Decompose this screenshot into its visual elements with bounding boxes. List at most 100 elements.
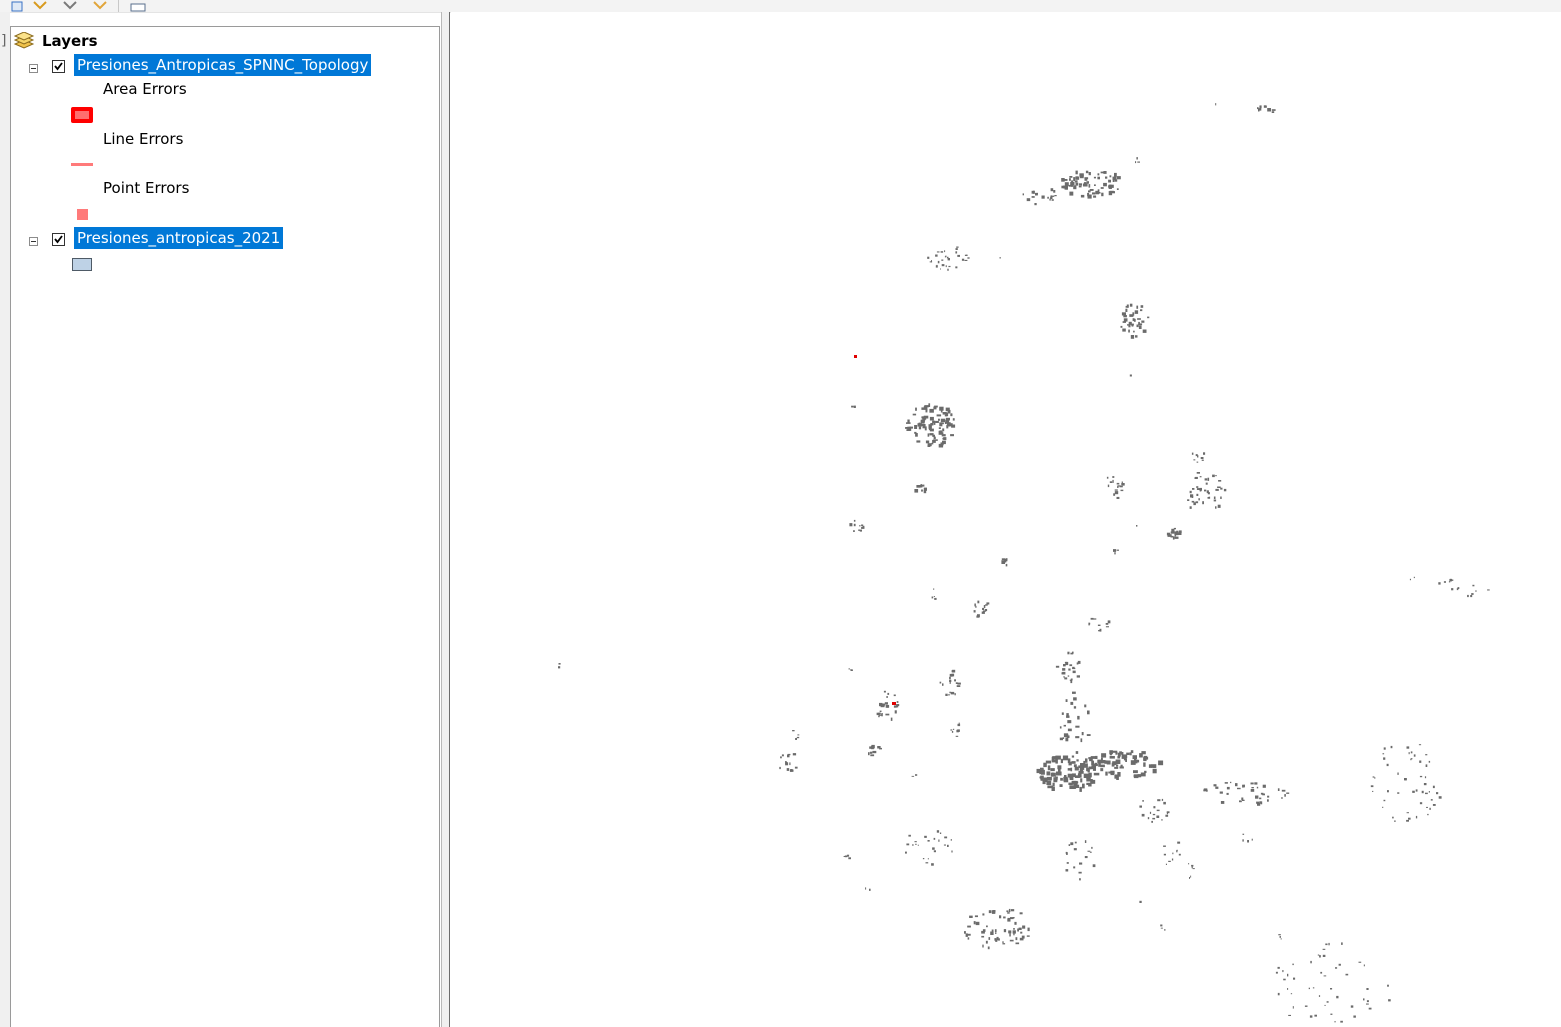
feature-polygon xyxy=(1050,772,1056,777)
feature-polygon xyxy=(1397,772,1399,775)
expander-minus-icon[interactable] xyxy=(29,64,38,73)
feature-polygon xyxy=(988,910,992,914)
feature-polygon xyxy=(1031,190,1034,194)
toolbar-icon-select[interactable] xyxy=(10,0,26,12)
feature-polygon xyxy=(1158,760,1164,766)
feature-polygon xyxy=(1147,316,1150,319)
feature-polygon xyxy=(1152,768,1157,774)
feature-polygon xyxy=(954,679,956,682)
feature-polygon xyxy=(1206,789,1208,792)
feature-polygon xyxy=(988,937,991,940)
feature-polygon xyxy=(1116,188,1119,190)
feature-polygon xyxy=(1082,783,1085,789)
feature-polygon xyxy=(948,265,951,268)
feature-polygon xyxy=(1196,488,1200,490)
feature-polygon xyxy=(1171,528,1175,533)
map-canvas[interactable] xyxy=(451,12,1561,1027)
feature-polygon xyxy=(917,844,919,846)
toolbar-icon-arrow-down-yellow[interactable] xyxy=(92,0,108,12)
map-view[interactable] xyxy=(451,12,1561,1027)
toolbar-icon-arrow-down-gray[interactable] xyxy=(62,0,78,12)
feature-polygon xyxy=(1188,863,1190,865)
feature-polygon xyxy=(1055,755,1061,760)
layer-1-name[interactable]: Presiones_Antropicas_SPNNC_Topology xyxy=(74,54,372,76)
legend-point-errors-label: Point Errors xyxy=(103,179,190,197)
feature-polygon xyxy=(1012,930,1016,934)
feature-polygon xyxy=(1113,549,1117,552)
feature-polygon xyxy=(927,256,930,259)
feature-polygon xyxy=(1425,764,1428,767)
feature-polygon xyxy=(1074,775,1080,778)
feature-polygon xyxy=(893,694,896,697)
feature-layer xyxy=(558,103,1490,1023)
feature-polygon xyxy=(879,747,882,750)
feature-polygon xyxy=(1045,760,1052,764)
feature-polygon xyxy=(1079,174,1084,179)
feature-polygon xyxy=(1060,758,1063,764)
feature-polygon xyxy=(1095,755,1098,759)
feature-polygon xyxy=(796,736,800,739)
feature-polygon xyxy=(947,258,950,261)
feature-polygon xyxy=(1070,842,1074,846)
feature-polygon xyxy=(916,440,921,443)
feature-polygon xyxy=(1271,109,1276,111)
feature-polygon xyxy=(1372,776,1375,778)
legend-line-errors-label: Line Errors xyxy=(103,130,184,148)
panel-splitter[interactable] xyxy=(441,12,450,1027)
feature-polygon xyxy=(1085,758,1088,763)
feature-polygon xyxy=(1242,784,1244,788)
feature-polygon xyxy=(1215,475,1217,477)
feature-polygon xyxy=(797,734,800,736)
feature-polygon xyxy=(1097,173,1100,176)
line-error-symbol-icon xyxy=(71,163,93,166)
toc-root-row[interactable]: ] Layers xyxy=(1,30,421,52)
feature-polygon xyxy=(1286,792,1290,794)
feature-polygon xyxy=(1156,809,1160,812)
feature-polygon xyxy=(1366,988,1369,990)
feature-polygon xyxy=(1050,188,1054,192)
feature-polygon xyxy=(1065,737,1069,742)
feature-polygon xyxy=(1142,329,1147,333)
feature-polygon xyxy=(1114,491,1119,495)
feature-polygon xyxy=(1136,525,1138,527)
feature-polygon xyxy=(1075,180,1078,183)
feature-polygon xyxy=(1125,758,1127,762)
feature-polygon xyxy=(933,420,936,425)
feature-polygon xyxy=(1070,701,1074,705)
feature-polygon xyxy=(1074,766,1079,771)
feature-polygon xyxy=(918,426,922,430)
feature-polygon xyxy=(1135,161,1137,164)
expander-minus-icon[interactable] xyxy=(29,237,38,246)
feature-polygon xyxy=(1071,761,1076,764)
feature-polygon xyxy=(1242,839,1244,842)
feature-polygon xyxy=(1432,804,1436,806)
feature-polygon xyxy=(950,413,953,417)
feature-polygon xyxy=(1426,806,1428,808)
feature-polygon xyxy=(1069,664,1073,667)
layer-2-checkbox[interactable] xyxy=(52,233,65,246)
feature-polygon xyxy=(1217,486,1221,488)
feature-polygon xyxy=(1140,772,1146,777)
toolbar-icon-options[interactable] xyxy=(130,0,146,12)
feature-polygon xyxy=(1097,624,1101,626)
feature-polygon xyxy=(1172,536,1175,540)
feature-polygon xyxy=(1429,807,1431,810)
feature-polygon xyxy=(1267,108,1271,112)
feature-polygon xyxy=(1075,182,1079,186)
feature-polygon xyxy=(1196,486,1199,488)
feature-polygon xyxy=(1094,762,1097,766)
feature-polygon xyxy=(1067,758,1071,764)
feature-polygon xyxy=(927,443,932,447)
feature-polygon xyxy=(1386,763,1389,767)
feature-polygon xyxy=(1002,941,1004,943)
layer-1-checkbox[interactable] xyxy=(52,60,65,73)
toolbar-icon-arrow-down-orange[interactable] xyxy=(32,0,48,12)
feature-polygon xyxy=(1235,783,1238,787)
feature-polygon xyxy=(1190,875,1192,878)
feature-polygon xyxy=(1060,777,1063,781)
feature-polygon xyxy=(955,248,958,250)
feature-polygon xyxy=(1119,766,1124,769)
feature-polygon xyxy=(1100,768,1104,772)
feature-polygon xyxy=(1111,762,1115,767)
layer-2-name[interactable]: Presiones_antropicas_2021 xyxy=(74,227,284,249)
